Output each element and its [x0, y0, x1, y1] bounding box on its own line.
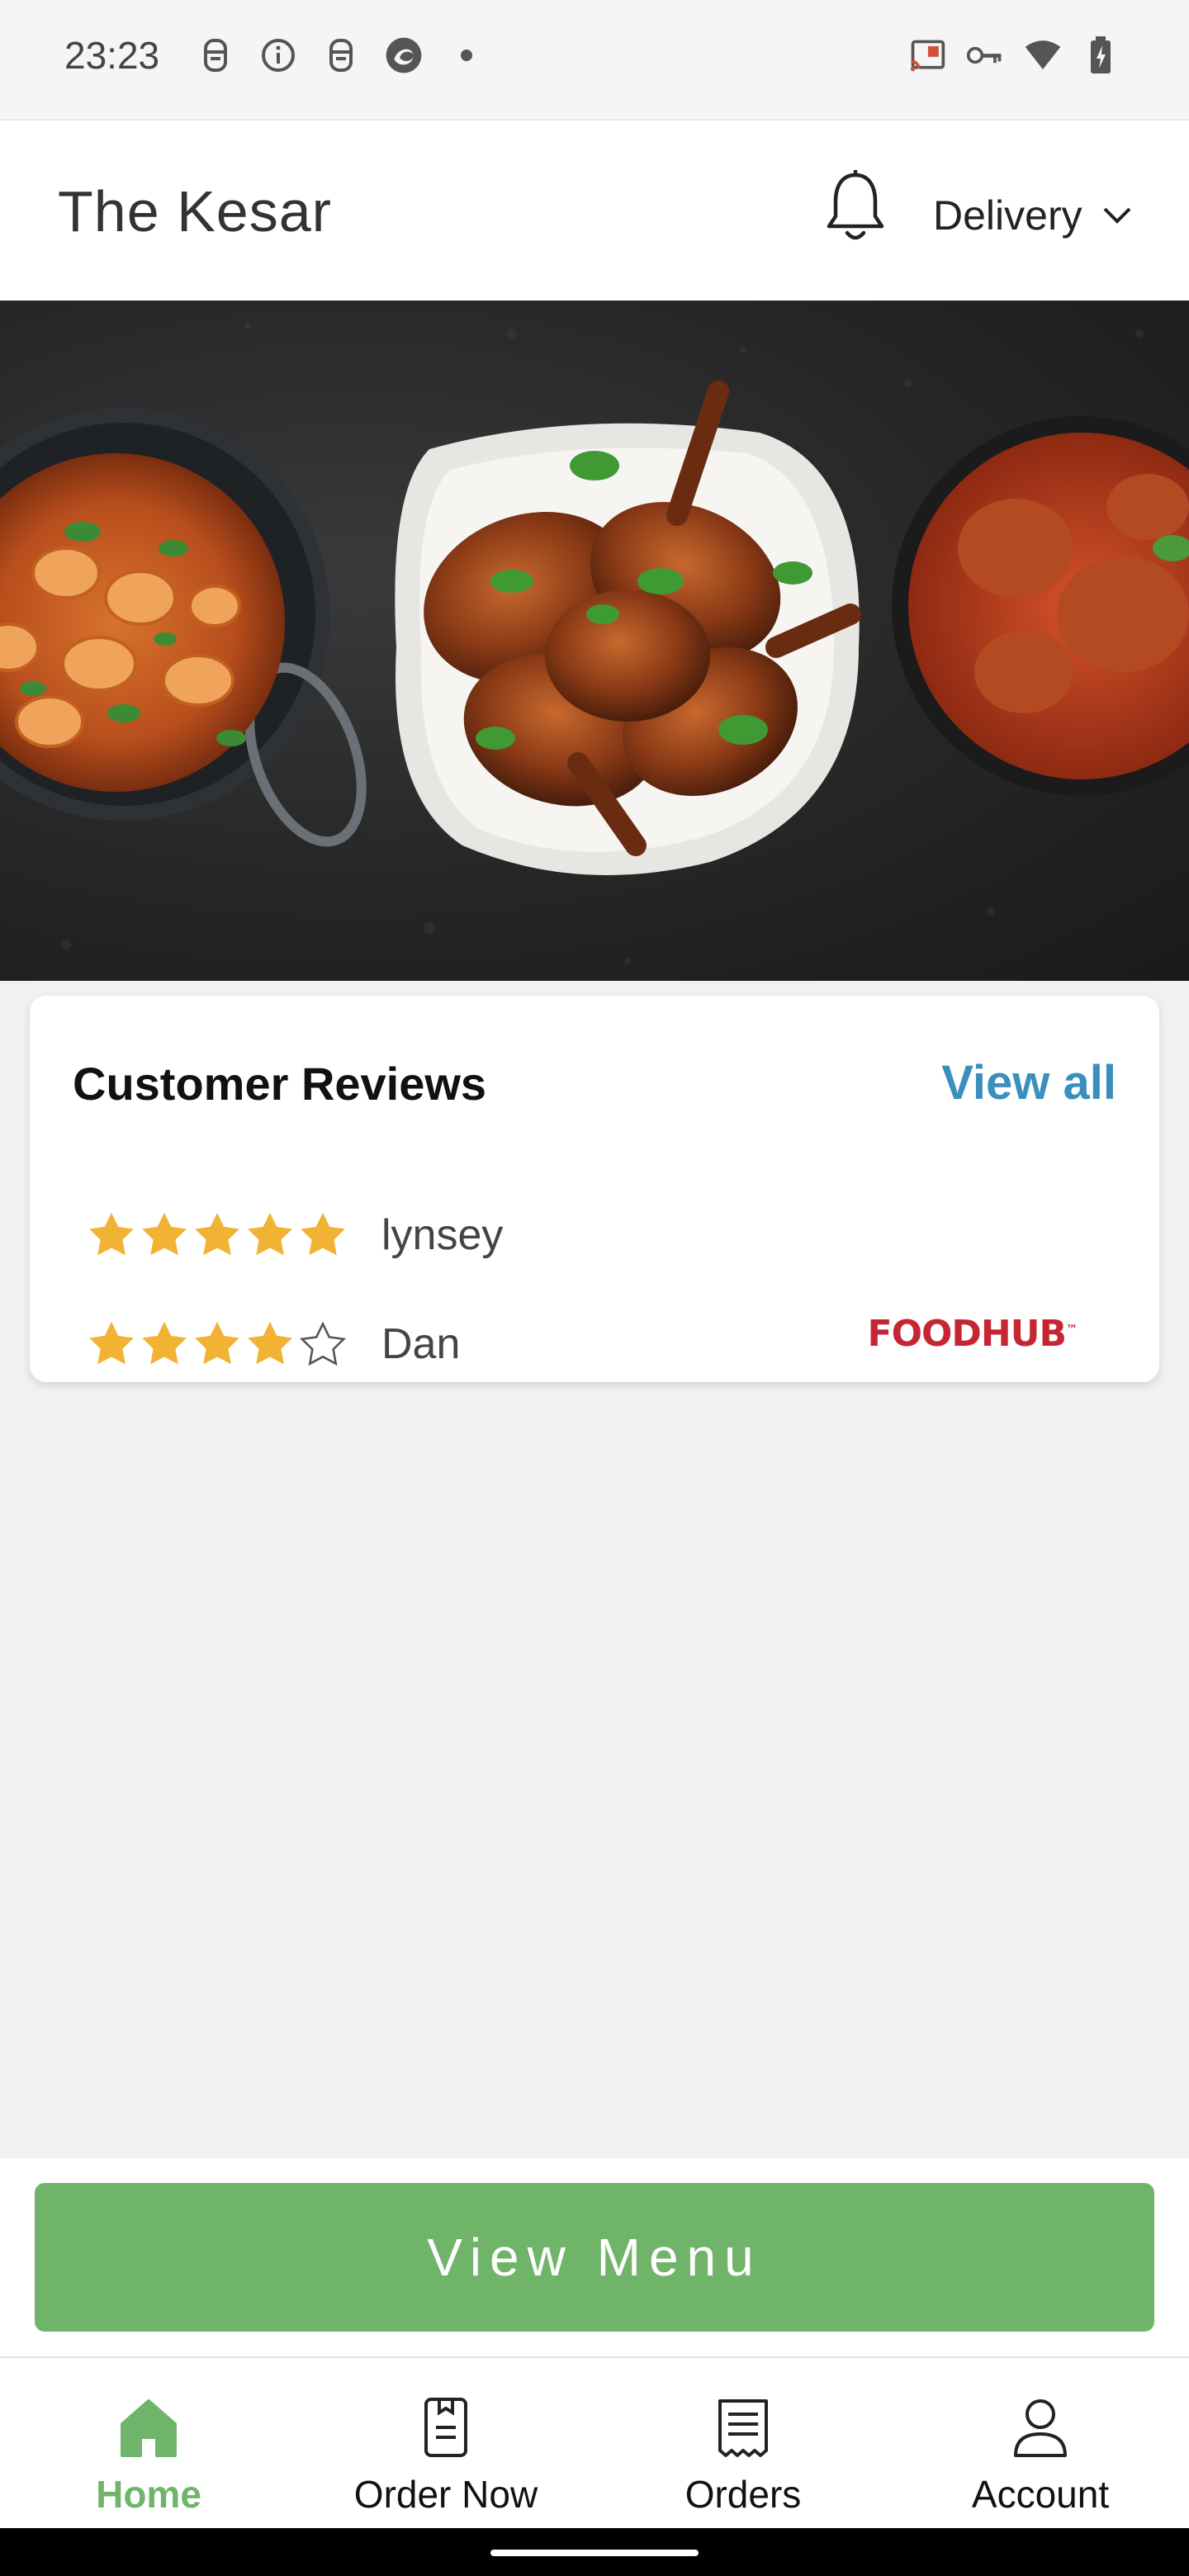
star-rating	[86, 1319, 348, 1370]
star-filled-icon	[195, 1212, 239, 1256]
order-now-icon	[424, 2398, 467, 2457]
foodhub-logo: FOODHUB™	[867, 1313, 1078, 1355]
customer-reviews-title: Customer Reviews	[73, 1058, 487, 1110]
browser-icon	[385, 36, 423, 74]
nav-item-orders[interactable]: Orders	[594, 2358, 892, 2530]
nav-item-label: Account	[971, 2473, 1110, 2516]
bottom-navigation: Home Order Now Orders Account	[0, 2356, 1189, 2530]
hero-banner-image	[0, 301, 1189, 981]
star-rating	[86, 1210, 348, 1261]
cast-icon	[908, 36, 946, 74]
review-item: Dan	[86, 1311, 460, 1377]
system-gesture-bar	[0, 2528, 1189, 2576]
reviewer-name: lynsey	[381, 1211, 504, 1259]
account-icon	[1014, 2399, 1067, 2457]
star-filled-icon	[248, 1212, 292, 1256]
star-filled-icon	[301, 1212, 345, 1256]
assistant-icon	[322, 36, 360, 74]
star-filled-icon	[89, 1212, 134, 1256]
nav-item-label: Order Now	[353, 2473, 538, 2516]
star-filled-icon	[195, 1321, 239, 1365]
delivery-mode-label: Delivery	[933, 192, 1082, 239]
status-left-icons	[197, 36, 486, 74]
wifi-icon	[1024, 36, 1062, 74]
reviewer-name: Dan	[381, 1320, 461, 1368]
home-gesture-handle[interactable]	[490, 2550, 699, 2556]
customer-reviews-card: Customer Reviews View all lynsey Dan FOO…	[30, 996, 1159, 1382]
star-empty-icon	[299, 1321, 347, 1366]
status-time: 23:23	[64, 34, 160, 77]
nav-item-label: Home	[96, 2473, 201, 2516]
dot-icon	[448, 36, 486, 74]
star-filled-icon	[142, 1321, 187, 1365]
assistant-icon	[197, 36, 234, 74]
status-bar: 23:23	[0, 0, 1189, 119]
view-menu-button[interactable]: View Menu	[35, 2183, 1154, 2332]
star-filled-icon	[248, 1321, 292, 1365]
view-all-reviews-link[interactable]: View all	[941, 1055, 1116, 1110]
app-header: The Kesar Delivery	[0, 119, 1189, 302]
nav-item-home[interactable]: Home	[0, 2358, 297, 2530]
delivery-mode-dropdown[interactable]: Delivery	[933, 187, 1132, 244]
bell-icon	[827, 170, 884, 240]
restaurant-name: The Kesar	[58, 179, 332, 244]
foodhub-logo-text: FOODHUB	[867, 1313, 1067, 1355]
star-filled-icon	[89, 1321, 134, 1365]
nav-item-account[interactable]: Account	[892, 2358, 1189, 2530]
star-filled-icon	[142, 1212, 187, 1256]
chevron-down-icon	[1103, 207, 1131, 224]
info-icon	[259, 36, 297, 74]
home-icon	[121, 2399, 177, 2457]
status-right-icons	[908, 36, 1120, 74]
nav-item-order-now[interactable]: Order Now	[297, 2358, 594, 2530]
view-menu-area: View Menu	[0, 2158, 1189, 2356]
battery-charging-icon	[1082, 36, 1120, 74]
nav-item-label: Orders	[685, 2473, 802, 2516]
receipt-icon	[718, 2399, 768, 2457]
review-item: lynsey	[86, 1202, 503, 1268]
vpn-key-icon	[966, 36, 1004, 74]
notifications-button[interactable]	[822, 168, 888, 246]
